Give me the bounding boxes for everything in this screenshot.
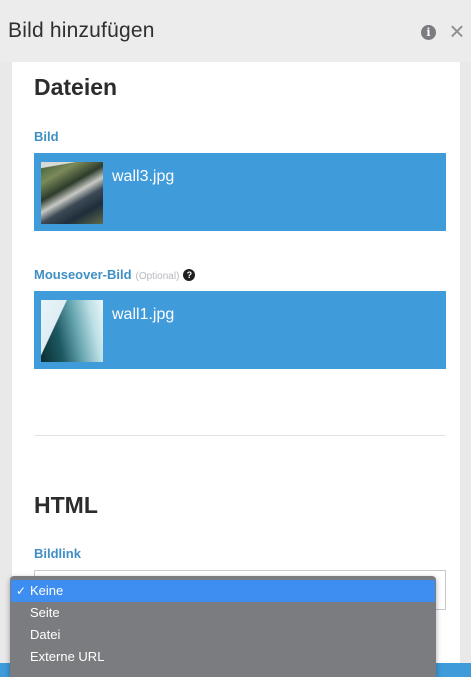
- image-thumbnail: [41, 162, 103, 224]
- dropdown-option-datei[interactable]: Datei: [10, 624, 436, 646]
- dropdown-option-externe-url[interactable]: Externe URL: [10, 646, 436, 668]
- footer-accent-left: [0, 663, 10, 677]
- checkmark-icon: ✓: [16, 584, 27, 598]
- dropdown-option-label: Seite: [30, 605, 60, 620]
- help-icon[interactable]: ?: [183, 269, 196, 281]
- close-icon[interactable]: ×: [446, 17, 468, 45]
- image-link-dropdown[interactable]: ✓ Keine Seite Datei Externe URL: [10, 576, 436, 677]
- mouseover-file-name: wall1.jpg: [112, 306, 175, 323]
- dropdown-option-seite[interactable]: Seite: [10, 602, 436, 624]
- dropdown-option-label: Externe URL: [30, 649, 105, 664]
- html-section-title: HTML: [34, 492, 98, 518]
- image-file-box[interactable]: wall3.jpg: [34, 153, 446, 231]
- mouseover-label-text: Mouseover-Bild: [34, 267, 132, 282]
- dropdown-option-label: Keine: [30, 583, 64, 598]
- mouseover-label: Mouseover-Bild (Optional)?: [34, 267, 196, 282]
- mouseover-file-box[interactable]: wall1.jpg: [34, 291, 446, 369]
- files-section-title: Dateien: [34, 74, 118, 100]
- section-divider: [34, 435, 446, 436]
- info-icon[interactable]: i: [421, 25, 436, 40]
- dropdown-option-keine[interactable]: ✓ Keine: [11, 580, 435, 602]
- image-file-name: wall3.jpg: [112, 168, 175, 185]
- optional-hint: (Optional): [135, 271, 180, 282]
- mouseover-thumbnail: [41, 300, 103, 362]
- dropdown-option-label: Datei: [30, 627, 61, 642]
- image-label: Bild: [34, 129, 59, 144]
- image-link-label: Bildlink: [34, 546, 81, 561]
- footer-accent-right: [436, 663, 471, 677]
- dialog-header: Bild hinzufügen i ×: [0, 0, 471, 62]
- dialog-title: Bild hinzufügen: [8, 19, 155, 42]
